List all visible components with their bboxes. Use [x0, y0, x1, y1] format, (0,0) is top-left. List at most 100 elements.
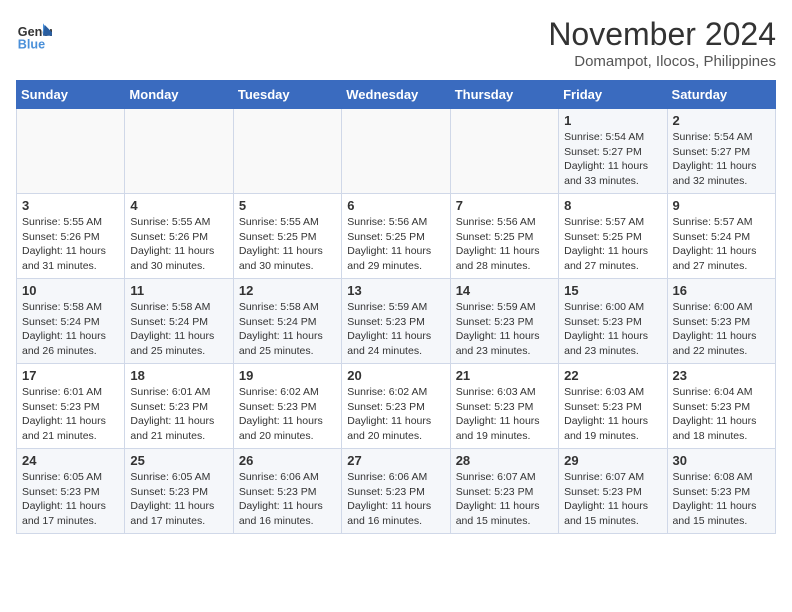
- day-info: Sunrise: 6:01 AM Sunset: 5:23 PM Dayligh…: [130, 385, 227, 444]
- logo-icon: General Blue: [16, 16, 52, 52]
- day-info: Sunrise: 5:57 AM Sunset: 5:25 PM Dayligh…: [564, 215, 661, 274]
- month-title: November 2024: [548, 16, 776, 53]
- calendar-cell: 20 Sunrise: 6:02 AM Sunset: 5:23 PM Dayli…: [342, 364, 450, 449]
- calendar-cell: 2 Sunrise: 5:54 AM Sunset: 5:27 PM Daylig…: [667, 109, 775, 194]
- calendar-cell: 3Sunrise: 5:55 AM Sunset: 5:26 PM Daylig…: [17, 194, 125, 279]
- calendar-cell: 17 Sunrise: 6:01 AM Sunset: 5:23 PM Dayli…: [17, 364, 125, 449]
- day-info: Sunrise: 5:58 AM Sunset: 5:24 PM Dayligh…: [22, 300, 119, 359]
- day-info: Sunrise: 6:08 AM Sunset: 5:23 PM Dayligh…: [673, 470, 770, 529]
- calendar-cell: 26Sunrise: 6:06 AM Sunset: 5:23 PM Dayli…: [233, 449, 341, 534]
- day-number: 18: [130, 368, 227, 383]
- calendar-cell: 24 Sunrise: 6:05 AM Sunset: 5:23 PM Dayli…: [17, 449, 125, 534]
- calendar-cell: 5 Sunrise: 5:55 AM Sunset: 5:25 PM Daylig…: [233, 194, 341, 279]
- calendar-cell: 15 Sunrise: 6:00 AM Sunset: 5:23 PM Dayli…: [559, 279, 667, 364]
- location: Domampot, Ilocos, Philippines: [548, 53, 776, 70]
- day-info: Sunrise: 6:03 AM Sunset: 5:23 PM Dayligh…: [456, 385, 553, 444]
- calendar-cell: [125, 109, 233, 194]
- page-header: General Blue November 2024 Domampot, Ilo…: [16, 16, 776, 70]
- calendar-cell: 30 Sunrise: 6:08 AM Sunset: 5:23 PM Dayli…: [667, 449, 775, 534]
- day-number: 9: [673, 198, 770, 213]
- calendar-cell: 22 Sunrise: 6:03 AM Sunset: 5:23 PM Dayli…: [559, 364, 667, 449]
- day-info: Sunrise: 5:55 AM Sunset: 5:25 PM Dayligh…: [239, 215, 336, 274]
- day-number: 25: [130, 453, 227, 468]
- weekday-header: Thursday: [450, 81, 558, 109]
- day-number: 2: [673, 113, 770, 128]
- day-info: Sunrise: 6:06 AM Sunset: 5:23 PM Dayligh…: [239, 470, 336, 529]
- day-number: 14: [456, 283, 553, 298]
- calendar-cell: 21 Sunrise: 6:03 AM Sunset: 5:23 PM Dayli…: [450, 364, 558, 449]
- calendar-week-row: 24 Sunrise: 6:05 AM Sunset: 5:23 PM Dayli…: [17, 449, 776, 534]
- day-number: 21: [456, 368, 553, 383]
- day-info: Sunrise: 6:01 AM Sunset: 5:23 PM Dayligh…: [22, 385, 119, 444]
- day-number: 7: [456, 198, 553, 213]
- calendar-cell: [17, 109, 125, 194]
- day-number: 1: [564, 113, 661, 128]
- day-number: 6: [347, 198, 444, 213]
- svg-text:Blue: Blue: [18, 37, 45, 51]
- day-number: 13: [347, 283, 444, 298]
- day-info: Sunrise: 6:00 AM Sunset: 5:23 PM Dayligh…: [673, 300, 770, 359]
- day-info: Sunrise: 5:54 AM Sunset: 5:27 PM Dayligh…: [673, 130, 770, 189]
- calendar-week-row: 3 Sunrise: 5:55 AM Sunset: 5:26 PM Daylig…: [17, 194, 776, 279]
- calendar-cell: [233, 109, 341, 194]
- weekday-header: Friday: [559, 81, 667, 109]
- day-number: 3: [22, 198, 119, 213]
- day-number: 17: [22, 368, 119, 383]
- calendar-table: SundayMondayTuesdayWednesdayThursdayFrid…: [16, 80, 776, 534]
- day-number: 5: [239, 198, 336, 213]
- day-number: 19: [239, 368, 336, 383]
- day-info: Sunrise: 6:04 AM Sunset: 5:23 PM Dayligh…: [673, 385, 770, 444]
- day-number: 29: [564, 453, 661, 468]
- calendar-cell: 16Sunrise: 6:00 AM Sunset: 5:23 PM Dayli…: [667, 279, 775, 364]
- calendar-cell: 10 Sunrise: 5:58 AM Sunset: 5:24 PM Dayli…: [17, 279, 125, 364]
- day-info: Sunrise: 5:58 AM Sunset: 5:24 PM Dayligh…: [239, 300, 336, 359]
- day-info: Sunrise: 5:59 AM Sunset: 5:23 PM Dayligh…: [456, 300, 553, 359]
- day-number: 8: [564, 198, 661, 213]
- day-info: Sunrise: 5:56 AM Sunset: 5:25 PM Dayligh…: [456, 215, 553, 274]
- day-info: Sunrise: 5:54 AM Sunset: 5:27 PM Dayligh…: [564, 130, 661, 189]
- day-info: Sunrise: 5:59 AM Sunset: 5:23 PM Dayligh…: [347, 300, 444, 359]
- weekday-header-row: SundayMondayTuesdayWednesdayThursdayFrid…: [17, 81, 776, 109]
- weekday-header: Monday: [125, 81, 233, 109]
- day-info: Sunrise: 6:02 AM Sunset: 5:23 PM Dayligh…: [347, 385, 444, 444]
- day-number: 10: [22, 283, 119, 298]
- calendar-cell: 11 Sunrise: 5:58 AM Sunset: 5:24 PM Dayli…: [125, 279, 233, 364]
- calendar-cell: 8 Sunrise: 5:57 AM Sunset: 5:25 PM Daylig…: [559, 194, 667, 279]
- day-info: Sunrise: 6:05 AM Sunset: 5:23 PM Dayligh…: [130, 470, 227, 529]
- day-number: 27: [347, 453, 444, 468]
- day-number: 28: [456, 453, 553, 468]
- day-info: Sunrise: 5:58 AM Sunset: 5:24 PM Dayligh…: [130, 300, 227, 359]
- day-info: Sunrise: 5:56 AM Sunset: 5:25 PM Dayligh…: [347, 215, 444, 274]
- day-number: 24: [22, 453, 119, 468]
- calendar-cell: 13 Sunrise: 5:59 AM Sunset: 5:23 PM Dayli…: [342, 279, 450, 364]
- calendar-cell: 6 Sunrise: 5:56 AM Sunset: 5:25 PM Daylig…: [342, 194, 450, 279]
- day-number: 20: [347, 368, 444, 383]
- day-number: 30: [673, 453, 770, 468]
- calendar-cell: 28 Sunrise: 6:07 AM Sunset: 5:23 PM Dayli…: [450, 449, 558, 534]
- calendar-cell: 12Sunrise: 5:58 AM Sunset: 5:24 PM Dayli…: [233, 279, 341, 364]
- day-info: Sunrise: 6:05 AM Sunset: 5:23 PM Dayligh…: [22, 470, 119, 529]
- day-number: 23: [673, 368, 770, 383]
- day-info: Sunrise: 6:07 AM Sunset: 5:23 PM Dayligh…: [456, 470, 553, 529]
- day-info: Sunrise: 6:07 AM Sunset: 5:23 PM Dayligh…: [564, 470, 661, 529]
- logo: General Blue: [16, 16, 52, 52]
- day-info: Sunrise: 5:55 AM Sunset: 5:26 PM Dayligh…: [130, 215, 227, 274]
- day-number: 22: [564, 368, 661, 383]
- calendar-cell: [342, 109, 450, 194]
- day-info: Sunrise: 6:00 AM Sunset: 5:23 PM Dayligh…: [564, 300, 661, 359]
- calendar-cell: 18 Sunrise: 6:01 AM Sunset: 5:23 PM Dayli…: [125, 364, 233, 449]
- day-number: 11: [130, 283, 227, 298]
- weekday-header: Tuesday: [233, 81, 341, 109]
- calendar-week-row: 10 Sunrise: 5:58 AM Sunset: 5:24 PM Dayli…: [17, 279, 776, 364]
- calendar-cell: 7 Sunrise: 5:56 AM Sunset: 5:25 PM Daylig…: [450, 194, 558, 279]
- day-info: Sunrise: 6:03 AM Sunset: 5:23 PM Dayligh…: [564, 385, 661, 444]
- weekday-header: Wednesday: [342, 81, 450, 109]
- weekday-header: Saturday: [667, 81, 775, 109]
- calendar-cell: 1 Sunrise: 5:54 AM Sunset: 5:27 PM Daylig…: [559, 109, 667, 194]
- calendar-cell: 29 Sunrise: 6:07 AM Sunset: 5:23 PM Dayli…: [559, 449, 667, 534]
- weekday-header: Sunday: [17, 81, 125, 109]
- calendar-cell: 23 Sunrise: 6:04 AM Sunset: 5:23 PM Dayli…: [667, 364, 775, 449]
- title-block: November 2024 Domampot, Ilocos, Philippi…: [548, 16, 776, 70]
- day-number: 15: [564, 283, 661, 298]
- calendar-cell: 25 Sunrise: 6:05 AM Sunset: 5:23 PM Dayli…: [125, 449, 233, 534]
